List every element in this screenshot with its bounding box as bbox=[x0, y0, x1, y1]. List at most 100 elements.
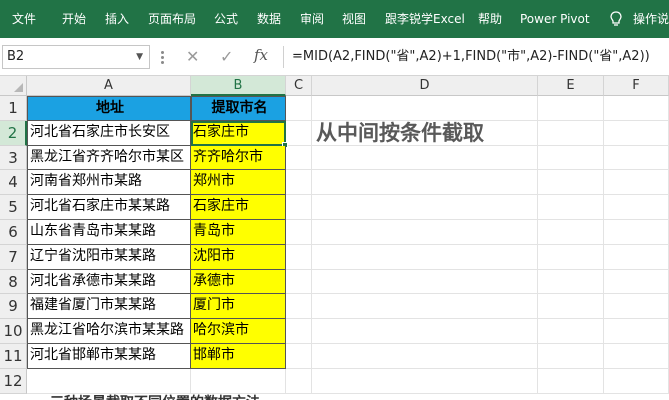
grid-cell[interactable] bbox=[286, 368, 312, 394]
row-header-1[interactable]: 1 bbox=[0, 96, 27, 121]
address-cell[interactable]: 河南省郑州市某路 bbox=[27, 170, 191, 196]
header-cell-address[interactable]: 地址 bbox=[27, 96, 191, 121]
grid-cell[interactable] bbox=[604, 319, 669, 344]
active-cell[interactable]: 石家庄市 bbox=[191, 120, 286, 146]
grid-cell[interactable] bbox=[538, 368, 604, 394]
grid-cell[interactable] bbox=[312, 269, 538, 295]
grid-cell[interactable] bbox=[538, 96, 604, 121]
address-cell[interactable]: 黑龙江省齐齐哈尔市某区 bbox=[27, 145, 191, 171]
row-header-9[interactable]: 9 bbox=[0, 294, 27, 320]
city-cell[interactable]: 沈阳市 bbox=[191, 244, 286, 270]
grid-cell[interactable] bbox=[604, 368, 669, 394]
tab-custom-excel[interactable]: 跟李锐学Excel bbox=[385, 0, 465, 38]
address-cell[interactable]: 黑龙江省哈尔滨市某某路 bbox=[27, 319, 191, 344]
chevron-down-icon[interactable]: ▼ bbox=[136, 46, 143, 68]
tell-me-search[interactable]: 操作说 bbox=[633, 0, 669, 38]
grid-cell[interactable] bbox=[312, 368, 538, 394]
grid-cell[interactable] bbox=[286, 120, 312, 146]
row-header-3[interactable]: 3 bbox=[0, 145, 27, 171]
insert-function-icon[interactable]: fx bbox=[254, 46, 268, 64]
grid-cell[interactable] bbox=[538, 244, 604, 270]
column-header-a[interactable]: A bbox=[27, 76, 191, 96]
grid-cell[interactable] bbox=[286, 294, 312, 320]
grid-cell[interactable] bbox=[286, 244, 312, 270]
tab-file[interactable]: 文件 bbox=[12, 0, 36, 38]
grid-cell[interactable] bbox=[604, 244, 669, 270]
grid-cell[interactable] bbox=[604, 120, 669, 146]
city-cell[interactable]: 哈尔滨市 bbox=[191, 319, 286, 344]
grid-cell[interactable] bbox=[312, 344, 538, 369]
grid-cell[interactable] bbox=[538, 195, 604, 220]
grid-cell[interactable] bbox=[538, 294, 604, 320]
tab-review[interactable]: 审阅 bbox=[300, 0, 324, 38]
column-header-e[interactable]: E bbox=[538, 76, 604, 96]
grid-cell[interactable] bbox=[286, 220, 312, 245]
grid-cell[interactable] bbox=[538, 344, 604, 369]
grid-cell[interactable] bbox=[286, 195, 312, 220]
row-header-4[interactable]: 4 bbox=[0, 170, 27, 196]
select-all-button[interactable] bbox=[0, 76, 27, 96]
grid-cell[interactable] bbox=[604, 96, 669, 121]
grid-cell[interactable] bbox=[312, 170, 538, 196]
grid-cell[interactable] bbox=[604, 269, 669, 295]
row-header-2[interactable]: 2 bbox=[0, 120, 27, 146]
cancel-icon[interactable]: ✕ bbox=[186, 47, 199, 67]
grid-cell[interactable] bbox=[312, 294, 538, 320]
grid-cell[interactable] bbox=[312, 244, 538, 270]
tab-home[interactable]: 开始 bbox=[62, 0, 86, 38]
grid-cell[interactable] bbox=[604, 195, 669, 220]
city-cell[interactable]: 承德市 bbox=[191, 269, 286, 295]
address-cell[interactable]: 山东省青岛市某某路 bbox=[27, 220, 191, 245]
tab-help[interactable]: 帮助 bbox=[478, 0, 502, 38]
header-cell-city[interactable]: 提取市名 bbox=[191, 96, 286, 121]
grid-cell[interactable] bbox=[286, 319, 312, 344]
row-header-11[interactable]: 11 bbox=[0, 344, 27, 369]
city-cell[interactable]: 邯郸市 bbox=[191, 344, 286, 369]
lightbulb-icon[interactable] bbox=[610, 11, 622, 27]
grid-cell[interactable] bbox=[538, 145, 604, 171]
address-cell[interactable]: 河北省承德市某某路 bbox=[27, 269, 191, 295]
grid-cell[interactable] bbox=[604, 170, 669, 196]
address-cell[interactable]: 辽宁省沈阳市某某路 bbox=[27, 244, 191, 270]
enter-icon[interactable]: ✓ bbox=[220, 47, 233, 67]
grid-cell[interactable] bbox=[286, 96, 312, 121]
grid-cell[interactable] bbox=[538, 269, 604, 295]
name-box[interactable]: B2 ▼ bbox=[2, 45, 150, 69]
grid-cell[interactable] bbox=[604, 344, 669, 369]
grid-cell[interactable] bbox=[312, 195, 538, 220]
grid-cell[interactable] bbox=[604, 294, 669, 320]
address-cell[interactable]: 河北省石家庄市某某路 bbox=[27, 195, 191, 220]
address-cell[interactable]: 河北省邯郸市某某路 bbox=[27, 344, 191, 369]
grid-cell[interactable] bbox=[286, 344, 312, 369]
tab-power-pivot[interactable]: Power Pivot bbox=[520, 0, 590, 38]
column-header-b[interactable]: B bbox=[191, 76, 286, 96]
row-header-8[interactable]: 8 bbox=[0, 269, 27, 295]
drag-handle-icon[interactable] bbox=[160, 50, 166, 66]
grid-cell[interactable] bbox=[27, 368, 191, 394]
address-cell[interactable]: 福建省厦门市某某路 bbox=[27, 294, 191, 320]
column-header-d[interactable]: D bbox=[312, 76, 538, 96]
grid-cell[interactable] bbox=[604, 145, 669, 171]
tab-view[interactable]: 视图 bbox=[342, 0, 366, 38]
city-cell[interactable]: 青岛市 bbox=[191, 220, 286, 245]
formula-input[interactable]: =MID(A2,FIND("省",A2)+1,FIND("市",A2)-FIND… bbox=[292, 46, 650, 68]
row-header-12[interactable]: 12 bbox=[0, 368, 27, 394]
tab-data[interactable]: 数据 bbox=[257, 0, 281, 38]
city-cell[interactable]: 石家庄市 bbox=[191, 195, 286, 220]
grid-cell[interactable] bbox=[604, 220, 669, 245]
tab-insert[interactable]: 插入 bbox=[105, 0, 129, 38]
grid-cell[interactable] bbox=[538, 120, 604, 146]
grid-cell[interactable] bbox=[312, 319, 538, 344]
grid-cell[interactable] bbox=[286, 269, 312, 295]
column-header-f[interactable]: F bbox=[604, 76, 669, 96]
row-header-10[interactable]: 10 bbox=[0, 319, 27, 344]
grid-cell[interactable] bbox=[312, 220, 538, 245]
column-header-c[interactable]: C bbox=[286, 76, 312, 96]
city-cell[interactable]: 郑州市 bbox=[191, 170, 286, 196]
grid-cell[interactable] bbox=[538, 170, 604, 196]
city-cell[interactable]: 齐齐哈尔市 bbox=[191, 145, 286, 171]
grid-cell[interactable] bbox=[538, 319, 604, 344]
row-header-5[interactable]: 5 bbox=[0, 195, 27, 220]
row-header-7[interactable]: 7 bbox=[0, 244, 27, 270]
tab-page-layout[interactable]: 页面布局 bbox=[148, 0, 196, 38]
